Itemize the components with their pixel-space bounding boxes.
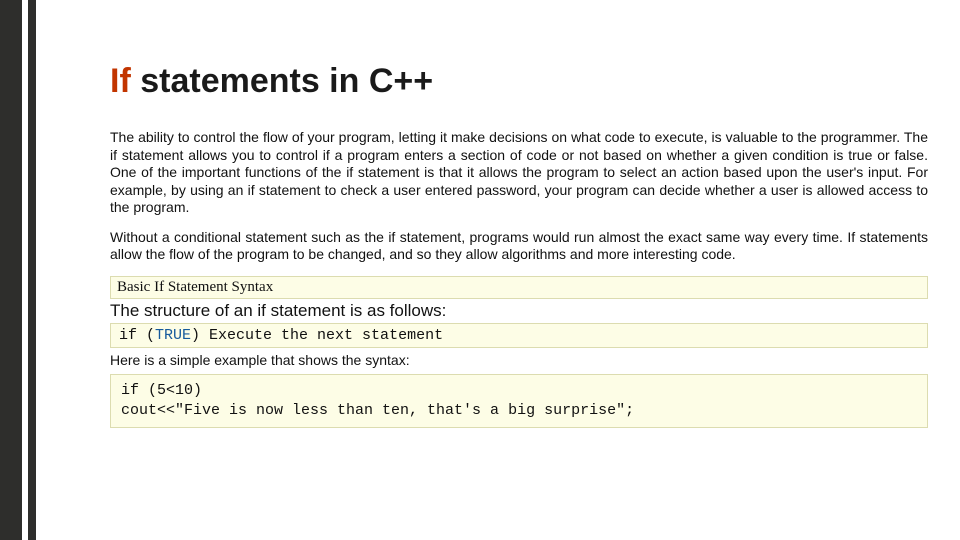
border-strip-thick: [0, 0, 22, 540]
paragraph-2: Without a conditional statement such as …: [110, 229, 928, 264]
syntax-heading: Basic If Statement Syntax: [110, 276, 928, 299]
code-syntax-post: ) Execute the next statement: [191, 327, 443, 344]
code-syntax-line: if (TRUE) Execute the next statement: [110, 323, 928, 348]
border-strip-thin: [28, 0, 36, 540]
code-syntax-pre: if (: [119, 327, 155, 344]
title-highlight: If: [110, 62, 131, 100]
slide: If statements in C++ The ability to cont…: [0, 0, 960, 540]
title-rest: statements in C++: [131, 62, 433, 100]
content-area: If statements in C++ The ability to cont…: [110, 62, 928, 428]
example-lead-text: Here is a simple example that shows the …: [110, 352, 928, 368]
paragraph-1: The ability to control the flow of your …: [110, 129, 928, 217]
structure-text: The structure of an if statement is as f…: [110, 301, 928, 321]
code-example-block: if (5<10) cout<<"Five is now less than t…: [110, 374, 928, 429]
code-syntax-keyword: TRUE: [155, 327, 191, 344]
page-title: If statements in C++: [110, 62, 928, 101]
